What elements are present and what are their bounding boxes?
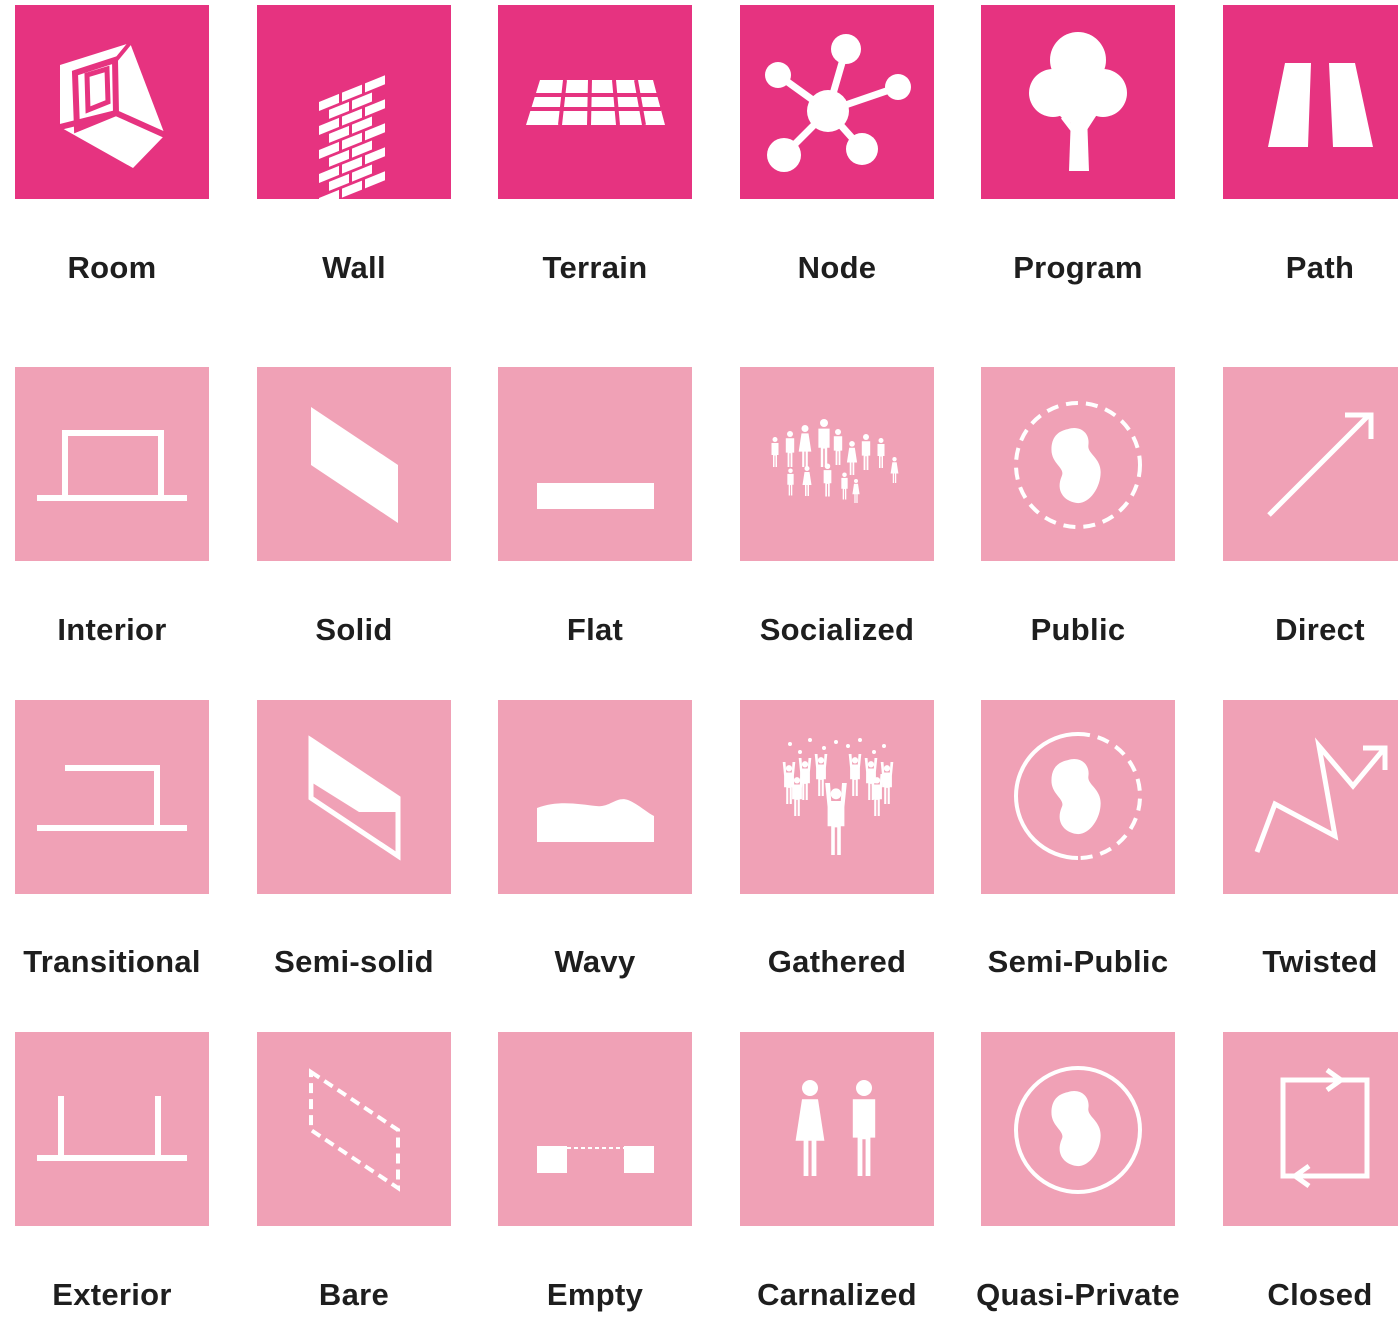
tile-terrain — [498, 5, 692, 199]
interior-enclosure-icon — [15, 367, 209, 561]
network-node-icon — [740, 5, 934, 199]
tile-semi-public — [981, 700, 1175, 894]
bare-dashed-plane-icon — [257, 1032, 451, 1226]
tile-wall — [257, 5, 451, 199]
tile-program — [981, 5, 1175, 199]
label-closed: Closed — [1267, 1277, 1373, 1312]
tile-empty — [498, 1032, 692, 1226]
wavy-bar-icon — [498, 700, 692, 894]
label-room: Room — [67, 250, 157, 285]
semi-public-circle-icon — [981, 700, 1175, 894]
tile-interior — [15, 367, 209, 561]
tile-socialized — [740, 367, 934, 561]
transitional-enclosure-icon — [15, 700, 209, 894]
label-gathered: Gathered — [767, 944, 907, 979]
label-solid: Solid — [315, 612, 393, 647]
label-twisted: Twisted — [1262, 944, 1378, 979]
tile-twisted — [1223, 700, 1398, 894]
brick-wall-icon — [257, 5, 451, 199]
label-exterior: Exterior — [52, 1277, 172, 1312]
tile-room — [15, 5, 209, 199]
label-interior: Interior — [57, 612, 167, 647]
tile-wavy — [498, 700, 692, 894]
closed-loop-icon — [1223, 1032, 1398, 1226]
tile-flat — [498, 367, 692, 561]
label-empty: Empty — [546, 1277, 644, 1312]
exterior-enclosure-icon — [15, 1032, 209, 1226]
tile-solid — [257, 367, 451, 561]
label-quasi-private: Quasi-Private — [976, 1277, 1180, 1312]
label-semi-solid: Semi-solid — [274, 944, 434, 979]
direct-arrow-icon — [1223, 367, 1398, 561]
label-node: Node — [797, 250, 877, 285]
label-socialized: Socialized — [759, 612, 915, 647]
tile-semi-solid — [257, 700, 451, 894]
isometric-room-cube-icon — [15, 5, 209, 199]
empty-gap-icon — [498, 1032, 692, 1226]
label-terrain: Terrain — [542, 250, 648, 285]
tile-path — [1223, 5, 1398, 199]
tile-bare — [257, 1032, 451, 1226]
twisted-arrow-icon — [1223, 700, 1398, 894]
solid-plane-icon — [257, 367, 451, 561]
couple-icon — [740, 1032, 934, 1226]
tile-exterior — [15, 1032, 209, 1226]
tile-carnalized — [740, 1032, 934, 1226]
tile-public — [981, 367, 1175, 561]
label-path: Path — [1285, 250, 1355, 285]
flat-bar-icon — [498, 367, 692, 561]
semi-solid-plane-icon — [257, 700, 451, 894]
tile-transitional — [15, 700, 209, 894]
tile-node — [740, 5, 934, 199]
label-public: Public — [1030, 612, 1126, 647]
label-transitional: Transitional — [23, 944, 201, 979]
public-dashed-circle-icon — [981, 367, 1175, 561]
tile-direct — [1223, 367, 1398, 561]
tile-closed — [1223, 1032, 1398, 1226]
terrain-grid-icon — [498, 5, 692, 199]
label-carnalized: Carnalized — [757, 1277, 917, 1312]
road-path-icon — [1223, 5, 1398, 199]
tile-gathered — [740, 700, 934, 894]
tile-quasi-private — [981, 1032, 1175, 1226]
crowd-icon — [740, 367, 934, 561]
label-program: Program — [1013, 250, 1143, 285]
tree-icon — [981, 5, 1175, 199]
celebrating-crowd-icon — [740, 700, 934, 894]
label-flat: Flat — [566, 612, 624, 647]
quasi-private-circle-icon — [981, 1032, 1175, 1226]
label-semi-public: Semi-Public — [987, 944, 1169, 979]
label-direct: Direct — [1275, 612, 1365, 647]
label-wall: Wall — [322, 250, 386, 285]
label-bare: Bare — [318, 1277, 390, 1312]
label-wavy: Wavy — [554, 944, 636, 979]
